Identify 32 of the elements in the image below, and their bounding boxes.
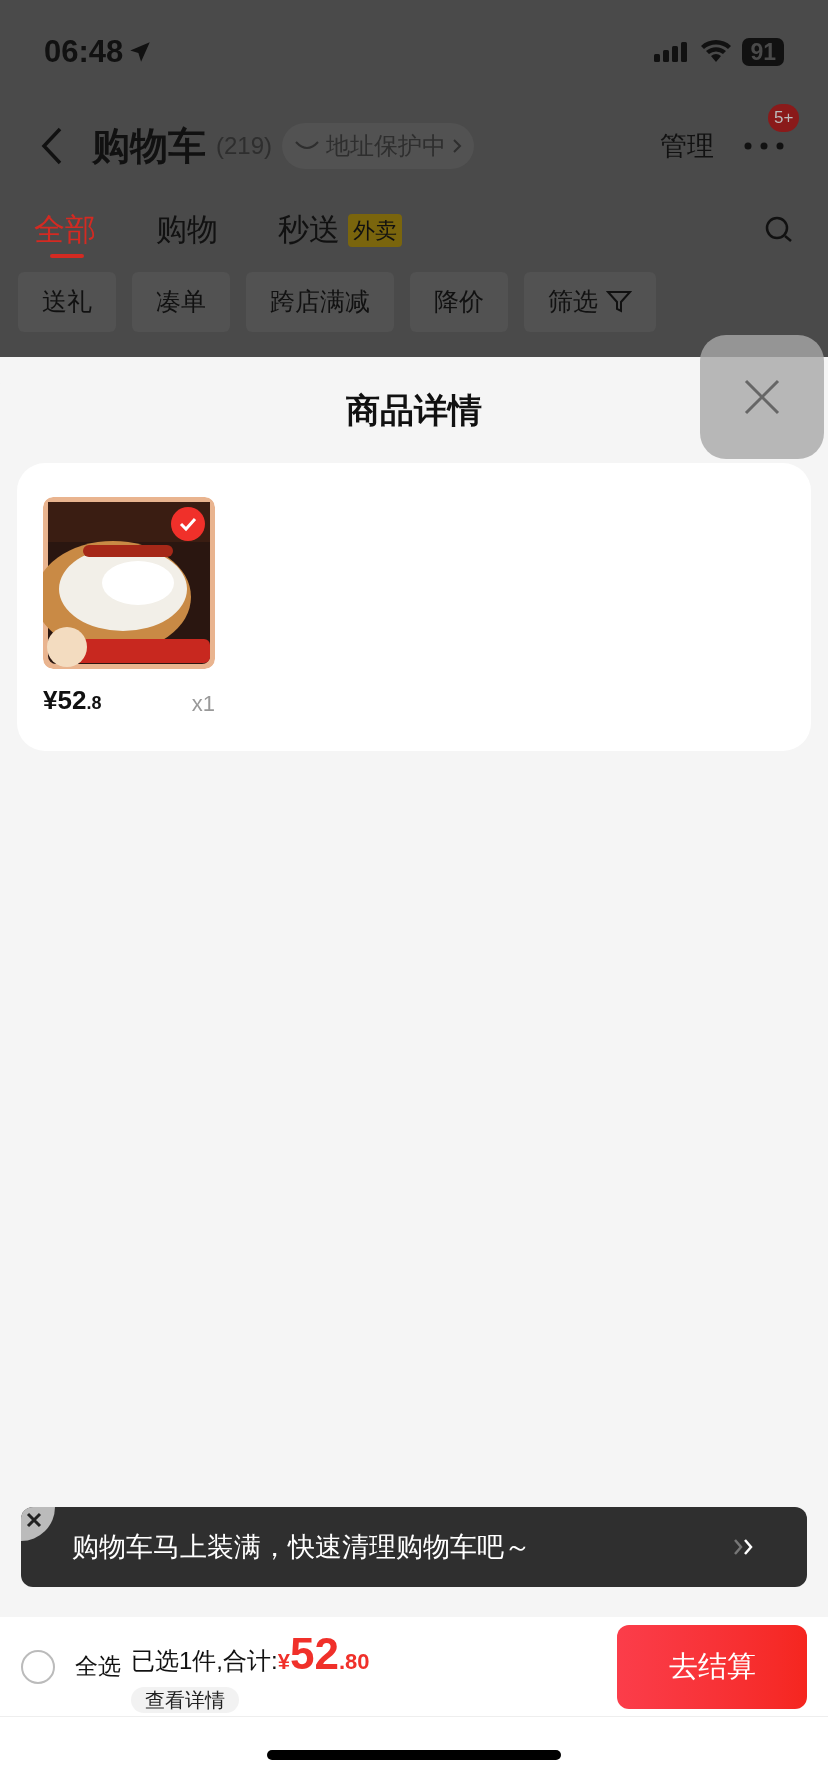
details-button[interactable]: 查看详情 bbox=[131, 1686, 239, 1713]
summary-label: 已选1件,合计: bbox=[131, 1645, 278, 1676]
chevron-right-icon bbox=[452, 138, 463, 154]
filter-chip[interactable]: 送礼 bbox=[18, 272, 116, 332]
tab[interactable]: 全部 bbox=[34, 188, 96, 272]
checkout-button[interactable]: 去结算 bbox=[617, 1624, 807, 1709]
close-button[interactable] bbox=[700, 335, 824, 459]
tab[interactable]: 购物 bbox=[156, 188, 218, 272]
toast-message: 购物车马上装满，快速清理购物车吧～ bbox=[72, 1530, 531, 1564]
status-time: 06:48 bbox=[44, 32, 124, 71]
total-price: ¥52.80 bbox=[277, 1627, 370, 1680]
sheet-title: 商品详情 bbox=[346, 389, 482, 431]
filter-chip[interactable]: 筛选 bbox=[524, 272, 656, 332]
tab[interactable]: 秒送 外卖 bbox=[278, 188, 402, 272]
back-icon[interactable] bbox=[40, 126, 64, 166]
battery-level: 91 bbox=[742, 38, 784, 66]
page-title: 购物车 bbox=[92, 123, 206, 169]
filter-chip[interactable]: 降价 bbox=[410, 272, 508, 332]
item-quantity: x1 bbox=[191, 690, 215, 718]
notification-badge: 5+ bbox=[768, 104, 800, 132]
select-all-checkbox[interactable] bbox=[21, 1649, 55, 1684]
filter-icon bbox=[606, 289, 632, 315]
filter-chip[interactable]: 凑单 bbox=[132, 272, 230, 332]
select-all-label[interactable]: 全选 bbox=[75, 1649, 121, 1684]
manage-link[interactable]: 管理 bbox=[660, 125, 714, 167]
wifi-icon bbox=[700, 40, 733, 64]
filter-chip[interactable]: 跨店满减 bbox=[246, 272, 394, 332]
toast-banner[interactable]: 购物车马上装满，快速清理购物车吧～ bbox=[21, 1507, 807, 1587]
tag-label: 外卖 bbox=[348, 213, 402, 247]
more-icon[interactable] bbox=[744, 142, 784, 150]
search-icon[interactable] bbox=[764, 215, 794, 245]
item-price: ¥52.8 bbox=[43, 684, 102, 717]
